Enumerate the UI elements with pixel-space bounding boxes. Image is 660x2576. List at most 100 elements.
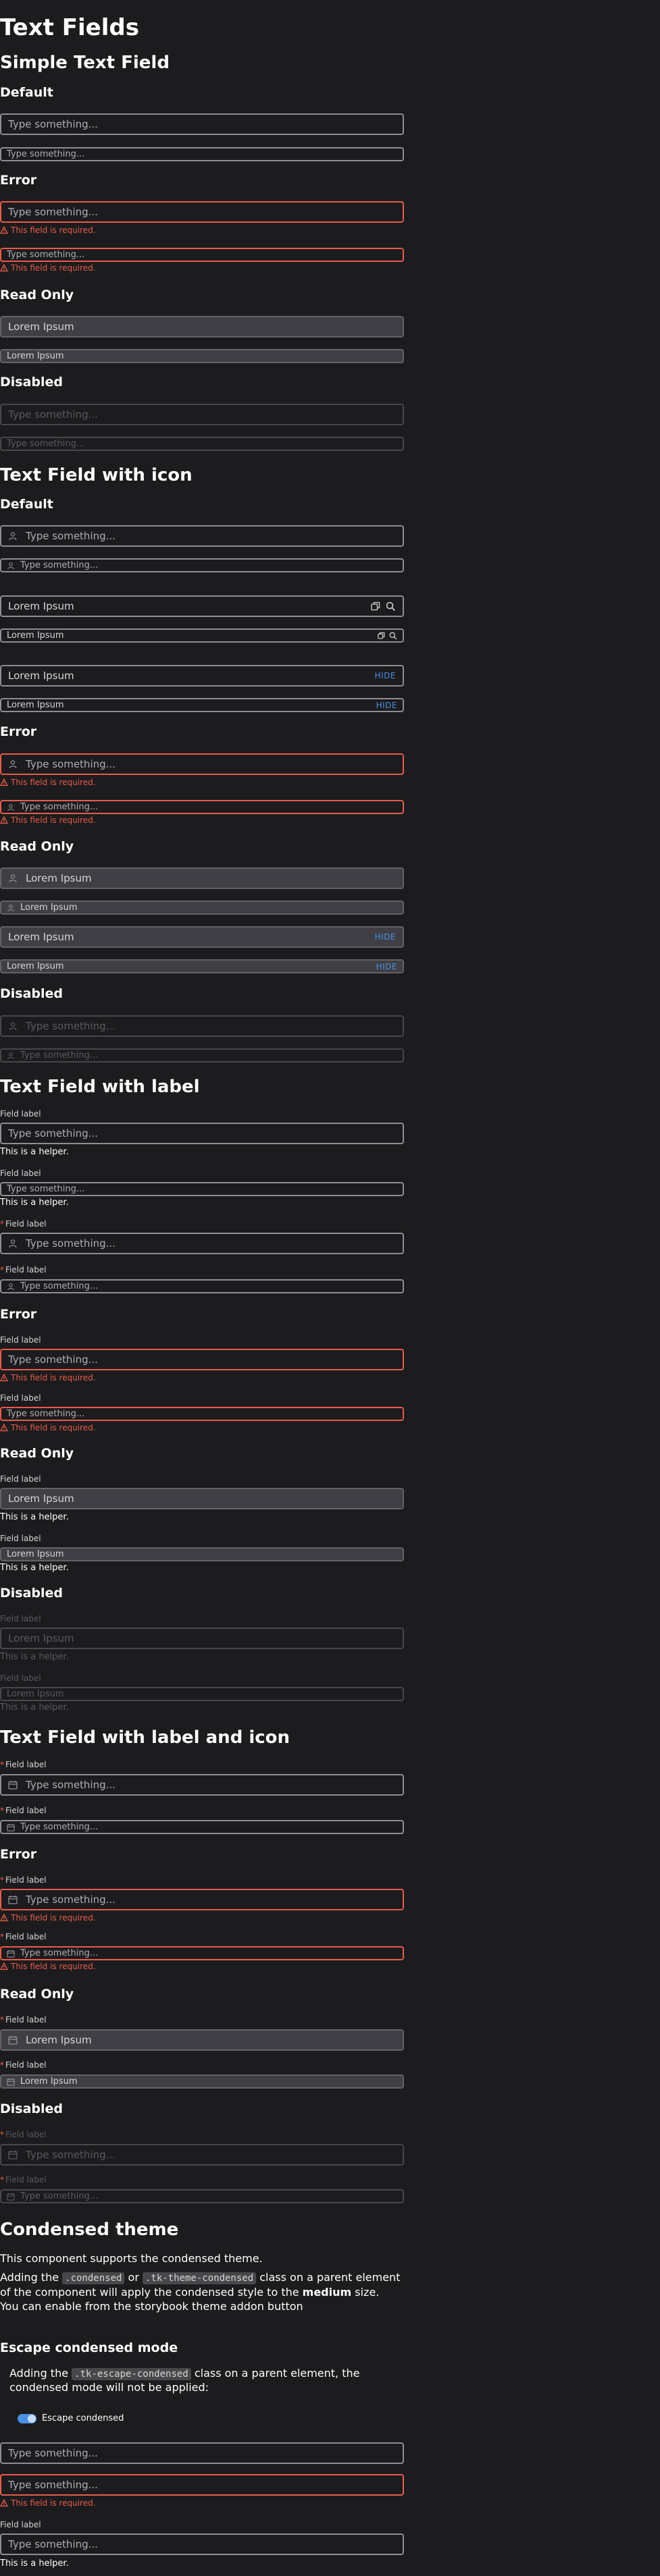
state-title: Read Only: [0, 1446, 74, 1461]
calendar-icon: [8, 2035, 23, 2045]
condensed-description: Adding the .condensed or .tk-theme-conde…: [0, 2271, 401, 2284]
field-value: Lorem Ipsum: [7, 700, 64, 710]
date-field-readonly: Lorem Ipsum: [0, 2029, 404, 2051]
calendar-icon: [7, 2078, 19, 2086]
user-icon: [8, 874, 23, 883]
error-message: This field is required.: [0, 263, 96, 273]
hide-toggle-button[interactable]: HIDE: [375, 932, 396, 942]
text-field-error[interactable]: Type something...: [0, 201, 404, 223]
hide-toggle-button[interactable]: HIDE: [376, 701, 397, 710]
alert-icon: [0, 1424, 8, 1432]
alert-icon: [0, 816, 8, 824]
field-value: Lorem Ipsum: [7, 351, 64, 361]
user-icon: [7, 1283, 19, 1291]
text-field-readonly: Lorem Ipsum: [0, 316, 404, 338]
text-field-small-actions[interactable]: Lorem Ipsum: [0, 628, 404, 643]
field-value: Lorem Ipsum: [7, 1689, 64, 1699]
text-field-small-icon[interactable]: Type something...: [0, 558, 404, 572]
text-field-small[interactable]: Type something...: [0, 147, 404, 161]
code-snippet: .condensed: [62, 2272, 125, 2284]
labeled-text-field-disabled: Lorem Ipsum: [0, 1628, 404, 1649]
helper-text: This is a helper.: [0, 1652, 69, 1662]
helper-text: This is a helper.: [0, 2558, 69, 2569]
date-field-small-error[interactable]: Type something...: [0, 1946, 404, 1960]
search-icon[interactable]: [386, 601, 396, 612]
labeled-text-field-small-readonly: Lorem Ipsum: [0, 1547, 404, 1561]
text-field-small-icon-error[interactable]: Type something...: [0, 800, 404, 814]
escape-labeled-text-field[interactable]: Type something...: [0, 2533, 404, 2555]
hide-toggle-button[interactable]: HIDE: [376, 962, 397, 971]
state-title: Default: [0, 85, 53, 100]
placeholder: Type something...: [26, 1237, 116, 1250]
field-value: Lorem Ipsum: [26, 2034, 92, 2046]
state-title: Read Only: [0, 1987, 74, 2002]
required-mark: *: [0, 1806, 4, 1815]
condensed-description: This component supports the condensed th…: [0, 2252, 263, 2265]
placeholder: Type something...: [8, 1353, 98, 1366]
date-field-small[interactable]: Type something...: [0, 1820, 404, 1834]
placeholder: Type something...: [7, 1409, 85, 1419]
condensed-description: of the component will apply the condense…: [0, 2286, 380, 2299]
condensed-description: You can enable from the storybook theme …: [0, 2300, 303, 2313]
field-value: Lorem Ipsum: [7, 630, 64, 641]
escape-condensed-toggle[interactable]: [18, 2414, 36, 2423]
text-field-actions[interactable]: Lorem Ipsum: [0, 595, 404, 617]
state-title: Error: [0, 724, 37, 739]
alert-icon: [0, 1374, 8, 1382]
field-label-required: * Field label: [0, 1265, 47, 1274]
field-label-required: * Field label: [0, 1760, 47, 1769]
date-field-error[interactable]: Type something...: [0, 1889, 404, 1910]
copy-icon[interactable]: [378, 632, 385, 639]
state-title: Disabled: [0, 986, 64, 1001]
escape-text-field[interactable]: Type something...: [0, 2442, 404, 2464]
text-field[interactable]: Type something...: [0, 113, 404, 135]
text-field-small-disabled: Type something...: [0, 437, 404, 451]
text-field-disabled: Type something...: [0, 404, 404, 425]
field-label-required: * Field label: [0, 1932, 47, 1941]
date-field-disabled: Type something...: [0, 2144, 404, 2166]
required-mark: *: [0, 1875, 4, 1885]
escape-description: Adding the .tk-escape-condensed class on…: [9, 2367, 360, 2380]
placeholder: Type something...: [26, 530, 116, 542]
labeled-text-field[interactable]: Type something...: [0, 1123, 404, 1144]
helper-text: This is a helper.: [0, 1198, 69, 1208]
labeled-text-field-small-error[interactable]: Type something...: [0, 1407, 404, 1421]
labeled-text-field-error[interactable]: Type something...: [0, 1349, 404, 1370]
date-field[interactable]: Type something...: [0, 1774, 404, 1796]
field-label-required: * Field label: [0, 2015, 47, 2024]
password-field-small[interactable]: Lorem Ipsum HIDE: [0, 698, 404, 712]
field-label: Field label: [0, 1673, 41, 1683]
placeholder: Type something...: [26, 1779, 116, 1791]
section-title-with-icon: Text Field with icon: [0, 465, 193, 485]
search-icon[interactable]: [389, 632, 397, 640]
labeled-text-field-small[interactable]: Type something...: [0, 1182, 404, 1196]
field-value: Lorem Ipsum: [8, 321, 74, 333]
labeled-icon-text-field[interactable]: Type something...: [0, 1233, 404, 1254]
text-field-icon-error[interactable]: Type something...: [0, 753, 404, 775]
password-field[interactable]: Lorem Ipsum HIDE: [0, 665, 404, 687]
state-title: Read Only: [0, 288, 74, 302]
section-title-condensed: Condensed theme: [0, 2220, 179, 2240]
required-mark: *: [0, 2060, 4, 2070]
labeled-icon-text-field-small[interactable]: Type something...: [0, 1279, 404, 1293]
state-title: Error: [0, 1847, 37, 1862]
helper-text: This is a helper.: [0, 1147, 69, 1157]
placeholder: Type something...: [26, 1894, 116, 1906]
copy-icon[interactable]: [371, 601, 380, 611]
text-field-icon[interactable]: Type something...: [0, 525, 404, 547]
placeholder: Type something...: [8, 118, 98, 130]
section-title-simple: Simple Text Field: [0, 53, 170, 73]
alert-icon: [0, 264, 8, 272]
date-field-small-disabled: Type something...: [0, 2189, 404, 2203]
helper-text: This is a helper.: [0, 1563, 69, 1573]
section-title-escape: Escape condensed mode: [0, 2340, 178, 2355]
field-label: Field label: [0, 1393, 41, 1403]
error-message: This field is required.: [0, 778, 96, 787]
escape-text-field-error[interactable]: Type something...: [0, 2474, 404, 2496]
field-label-required: * Field label: [0, 2130, 47, 2139]
field-value: Lorem Ipsum: [26, 872, 92, 884]
hide-toggle-button[interactable]: HIDE: [375, 671, 396, 680]
text-field-small-error[interactable]: Type something...: [0, 248, 404, 262]
placeholder: Type something...: [8, 2479, 98, 2491]
placeholder: Type something...: [8, 206, 98, 218]
